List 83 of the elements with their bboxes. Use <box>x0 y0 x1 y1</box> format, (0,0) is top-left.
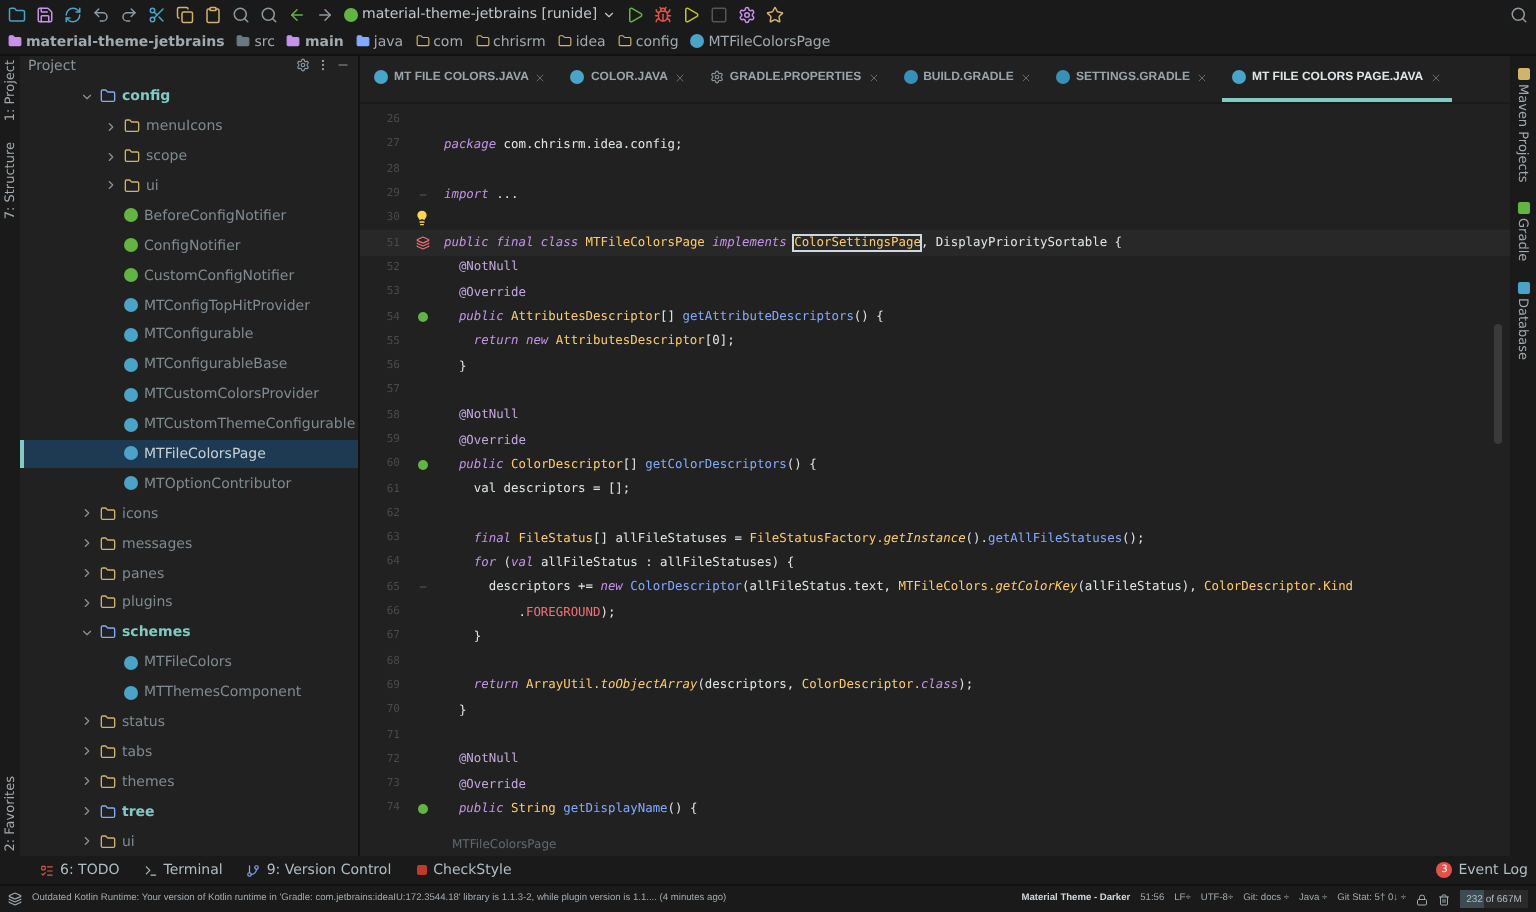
chevron-right-icon[interactable] <box>80 506 94 521</box>
chevron-right-icon[interactable] <box>80 714 94 729</box>
trash-icon[interactable] <box>1438 893 1450 905</box>
chevron-right-icon[interactable] <box>80 834 94 849</box>
folder-icon <box>100 505 116 522</box>
folder-icon <box>124 118 140 135</box>
chevron-right-icon[interactable] <box>80 744 94 759</box>
layers-icon[interactable] <box>8 892 22 906</box>
gear-icon <box>709 70 724 84</box>
close-icon[interactable] <box>1195 71 1208 83</box>
chevron-right-icon[interactable] <box>80 536 94 551</box>
scissors-icon[interactable] <box>148 5 166 23</box>
folder-icon <box>557 34 572 48</box>
chevron-down-icon[interactable] <box>80 625 94 640</box>
close-icon[interactable] <box>534 71 547 83</box>
folder-icon <box>100 624 116 641</box>
folder-icon <box>100 743 116 760</box>
refresh-icon[interactable] <box>64 5 82 23</box>
close-icon[interactable] <box>673 71 686 83</box>
lightbulb-icon[interactable] <box>414 210 430 227</box>
search-icon[interactable] <box>260 5 278 23</box>
search-icon[interactable] <box>232 5 250 23</box>
close-icon[interactable] <box>867 71 880 83</box>
folder-icon <box>415 34 430 48</box>
folder-icon <box>100 565 116 582</box>
folder-icon <box>100 713 116 730</box>
folder-icon <box>617 34 632 48</box>
branch-icon <box>246 863 261 877</box>
folder-icon <box>124 177 140 194</box>
folder-icon <box>8 34 22 48</box>
chevron-right-icon[interactable] <box>80 804 94 819</box>
caret-icon <box>601 7 616 21</box>
class-icon <box>570 70 585 84</box>
folder-icon <box>100 88 116 105</box>
chevron-right-icon[interactable] <box>80 774 94 789</box>
folder-icon <box>236 34 251 48</box>
folder-icon <box>286 34 301 48</box>
undo-icon[interactable] <box>92 5 110 23</box>
redo-icon[interactable] <box>120 5 138 23</box>
clipboard-icon[interactable] <box>204 5 222 23</box>
chevron-right-icon[interactable] <box>80 595 94 610</box>
close-icon[interactable] <box>1019 71 1032 83</box>
copy-icon[interactable] <box>176 5 194 23</box>
override-marker-icon[interactable] <box>417 803 427 814</box>
star-icon[interactable] <box>765 5 784 23</box>
folder-icon <box>355 34 370 48</box>
chevron-right-icon[interactable] <box>104 149 118 164</box>
search-icon[interactable] <box>1510 5 1528 23</box>
bug-icon[interactable] <box>653 5 672 23</box>
terminal-icon <box>143 863 158 877</box>
close-icon[interactable] <box>1429 71 1442 83</box>
tool-window-icon <box>1517 281 1529 294</box>
chevron-right-icon[interactable] <box>80 566 94 581</box>
play-icon[interactable] <box>681 5 700 23</box>
folder-icon <box>100 594 116 611</box>
chevron-right-icon[interactable] <box>104 178 118 193</box>
list-icon <box>40 863 54 877</box>
folder-icon <box>100 535 116 552</box>
chevron-right-icon[interactable] <box>104 119 118 134</box>
chevron-down-icon[interactable] <box>80 89 94 104</box>
folder-icon <box>100 803 116 820</box>
save-icon[interactable] <box>36 5 54 23</box>
lock-icon[interactable] <box>1416 893 1428 905</box>
square-icon <box>415 864 428 876</box>
class-icon <box>690 34 705 48</box>
folder-icon <box>124 148 140 165</box>
settings-icon[interactable] <box>737 5 756 23</box>
arrow-right-icon[interactable] <box>316 5 334 23</box>
folder-icon[interactable] <box>8 5 26 23</box>
arrow-left-icon[interactable] <box>288 5 306 23</box>
tool-window-icon <box>1517 68 1529 80</box>
folder-icon <box>475 34 490 48</box>
class-icon <box>374 70 388 84</box>
settings-icon[interactable] <box>296 58 310 73</box>
class-icon <box>1231 70 1246 84</box>
folder-icon <box>100 833 116 850</box>
override-marker-icon[interactable] <box>417 459 427 470</box>
play-icon[interactable] <box>625 5 644 23</box>
circle-icon <box>344 7 358 21</box>
layers-icon[interactable] <box>415 236 429 251</box>
tool-window-icon <box>1517 202 1529 215</box>
override-marker-icon[interactable] <box>417 312 427 323</box>
folder-icon <box>100 773 116 790</box>
